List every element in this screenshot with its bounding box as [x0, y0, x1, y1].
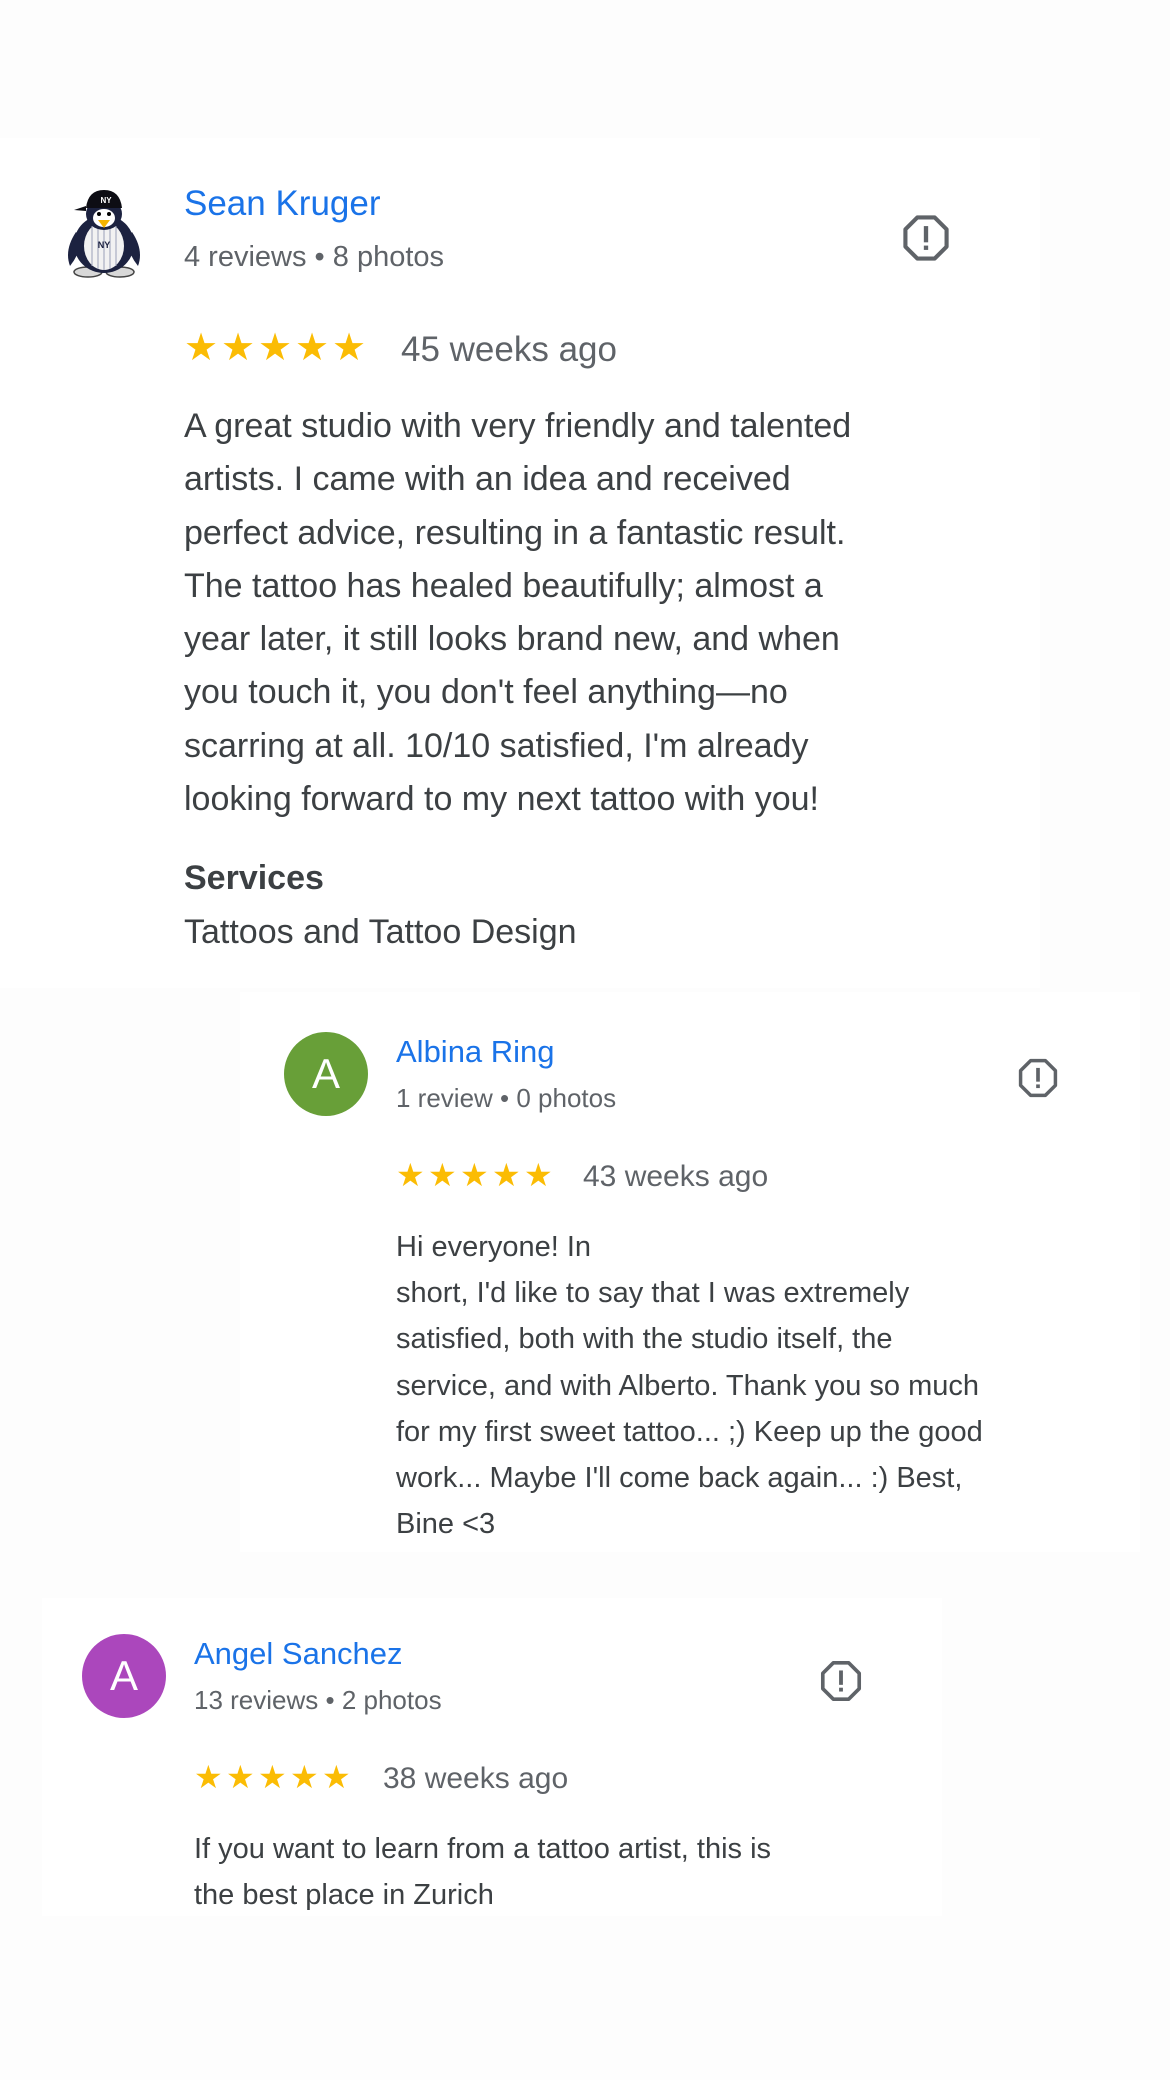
- star-icon: ★: [460, 1157, 489, 1193]
- avatar[interactable]: A: [82, 1634, 166, 1718]
- review-time: 43 weeks ago: [583, 1160, 769, 1193]
- star-icon: ★: [194, 1759, 223, 1795]
- star-icon: ★: [524, 1157, 553, 1193]
- star-icon: ★: [290, 1759, 319, 1795]
- star-rating: ★ ★ ★ ★ ★: [194, 1760, 354, 1794]
- review-author-name[interactable]: Sean Kruger: [184, 184, 381, 224]
- review-text: Hi everyone! In short, I'd like to say t…: [396, 1231, 983, 1541]
- star-icon: ★: [258, 327, 293, 369]
- star-icon: ★: [295, 327, 330, 369]
- avatar[interactable]: A: [284, 1032, 368, 1116]
- review-time: 45 weeks ago: [401, 330, 617, 369]
- star-icon: ★: [492, 1157, 521, 1193]
- penguin-avatar-icon: NY NY: [68, 190, 140, 278]
- report-flag-icon: [1018, 1058, 1058, 1098]
- star-icon: ★: [258, 1759, 287, 1795]
- star-icon: ★: [184, 327, 219, 369]
- star-rating: ★ ★ ★ ★ ★: [184, 328, 369, 368]
- star-icon: ★: [332, 327, 367, 369]
- services-heading: Services: [184, 859, 324, 897]
- svg-text:NY: NY: [98, 240, 111, 250]
- star-icon: ★: [396, 1157, 425, 1193]
- star-icon: ★: [322, 1759, 351, 1795]
- review-text: If you want to learn from a tattoo artis…: [194, 1833, 772, 1912]
- star-icon: ★: [221, 327, 256, 369]
- review-author-meta: 13 reviews • 2 photos: [194, 1685, 442, 1715]
- report-button[interactable]: [900, 212, 952, 264]
- report-flag-icon: [903, 215, 949, 261]
- review-author-meta: 1 review • 0 photos: [396, 1083, 617, 1113]
- review-text: A great studio with very friendly and ta…: [184, 407, 852, 819]
- star-rating: ★ ★ ★ ★ ★: [396, 1158, 556, 1192]
- review-author-name[interactable]: Albina Ring: [396, 1034, 555, 1070]
- review-time: 38 weeks ago: [383, 1762, 569, 1795]
- avatar[interactable]: NY NY: [62, 186, 146, 278]
- review-author-meta: 4 reviews • 8 photos: [184, 241, 445, 273]
- report-button[interactable]: [818, 1658, 864, 1704]
- report-button[interactable]: [1016, 1056, 1060, 1100]
- star-icon: ★: [428, 1157, 457, 1193]
- services-value: Tattoos and Tattoo Design: [184, 913, 577, 951]
- report-flag-icon: [820, 1660, 862, 1702]
- review-author-name[interactable]: Angel Sanchez: [194, 1636, 403, 1672]
- svg-text:NY: NY: [100, 196, 112, 205]
- star-icon: ★: [226, 1759, 255, 1795]
